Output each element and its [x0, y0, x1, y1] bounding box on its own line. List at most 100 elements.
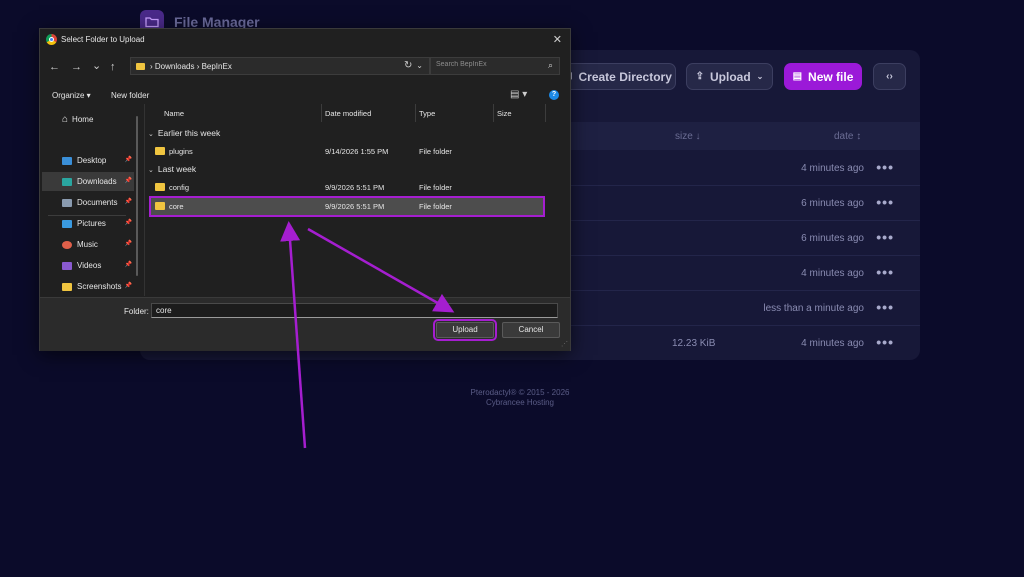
dialog-cancel-button[interactable]: Cancel — [502, 322, 560, 338]
code-view-button[interactable]: ‹› — [873, 63, 906, 90]
more-options-icon[interactable]: ••• — [876, 229, 894, 245]
footer: Pterodactyl® © 2015 - 2026 Cybrancee Hos… — [420, 388, 620, 408]
sidebar-item-desktop[interactable]: Desktop 📌 — [42, 151, 134, 170]
home-icon: ⌂ — [62, 114, 69, 125]
pin-icon: 📌 — [124, 283, 132, 289]
sidebar-item-documents[interactable]: Documents 📌 — [42, 193, 134, 212]
column-divider[interactable] — [493, 104, 494, 122]
date-column-header[interactable]: Date modified — [325, 109, 371, 118]
new-file-button[interactable]: ▤ New file — [784, 63, 862, 90]
date-column-header[interactable]: date ↕ — [834, 131, 861, 142]
search-input[interactable] — [436, 61, 536, 68]
create-directory-button[interactable]: ⊞ Create Directory — [560, 63, 676, 90]
code-icon: ‹› — [886, 71, 893, 82]
size-column-header[interactable]: size ↓ — [675, 131, 701, 142]
column-divider[interactable] — [545, 104, 546, 122]
chevron-down-icon: ⌄ — [148, 131, 154, 138]
upload-button[interactable]: ⇪ Upload ⌄ — [686, 63, 773, 90]
sidebar-item-pictures[interactable]: Pictures 📌 — [42, 214, 134, 233]
group-header[interactable]: ⌄ Last week — [148, 164, 196, 174]
close-icon[interactable]: ✕ — [553, 33, 562, 46]
create-directory-label: Create Directory — [578, 69, 672, 84]
dialog-title: Select Folder to Upload — [61, 35, 145, 44]
refresh-icon[interactable]: ↻ — [404, 60, 412, 71]
chevron-down-icon: ⌄ — [756, 72, 764, 81]
sidebar-item-videos[interactable]: Videos 📌 — [42, 256, 134, 275]
group-header[interactable]: ⌄ Earlier this week — [148, 128, 220, 138]
file-date: 9/9/2026 5:51 PM — [325, 202, 385, 211]
view-options-icon[interactable]: ▤ ▾ — [510, 89, 527, 100]
size-column-header[interactable]: Size — [497, 109, 512, 118]
column-divider[interactable] — [321, 104, 322, 122]
row-date: 6 minutes ago — [801, 233, 864, 244]
pin-icon: 📌 — [124, 178, 132, 184]
resize-grip-icon[interactable]: ⋰ — [561, 340, 568, 348]
chrome-icon — [46, 34, 57, 45]
file-name: plugins — [169, 147, 193, 156]
video-icon — [62, 261, 72, 270]
group-label: Earlier this week — [157, 128, 221, 138]
file-row-config[interactable]: config 9/9/2026 5:51 PM File folder — [151, 179, 543, 196]
file-date: 9/14/2026 1:55 PM — [325, 147, 389, 156]
sidebar-item-label: Home — [72, 115, 94, 124]
row-size: 12.23 KiB — [672, 338, 716, 349]
pin-icon: 📌 — [124, 199, 132, 205]
picture-icon — [62, 219, 72, 228]
chevron-down-icon[interactable]: ⌄ — [416, 61, 423, 70]
sidebar-item-label: Downloads — [77, 177, 117, 186]
row-date: 4 minutes ago — [801, 163, 864, 174]
more-options-icon[interactable]: ••• — [876, 299, 894, 315]
sidebar-item-label: Videos — [77, 261, 102, 270]
sidebar-item-music[interactable]: Music 📌 — [42, 235, 134, 254]
sidebar-item-screenshots[interactable]: Screenshots 📌 — [42, 277, 134, 296]
help-icon[interactable]: ? — [549, 90, 559, 100]
file-type: File folder — [419, 147, 452, 156]
upload-icon: ⇪ — [695, 71, 704, 82]
row-date: 4 minutes ago — [801, 338, 864, 349]
sidebar-item-home[interactable]: ⌂ Home — [42, 110, 134, 129]
address-bar[interactable]: › Downloads › BepInEx ⌄ — [130, 57, 430, 75]
pin-icon: 📌 — [124, 241, 132, 247]
download-icon — [62, 177, 72, 186]
up-arrow-icon[interactable]: ↑ — [110, 61, 116, 73]
pin-icon: 📌 — [124, 157, 132, 163]
dialog-upload-button[interactable]: Upload — [433, 319, 497, 341]
file-date: 9/9/2026 5:51 PM — [325, 183, 385, 192]
navigation-pane: ⌂ Home Desktop 📌 Downloads 📌 Documents 📌… — [40, 104, 143, 294]
scrollbar[interactable] — [136, 116, 138, 276]
forward-arrow-icon[interactable]: → — [71, 61, 82, 73]
upload-label: Upload — [710, 69, 751, 84]
file-type: File folder — [419, 202, 452, 211]
column-divider[interactable] — [415, 104, 416, 122]
name-column-header[interactable]: Name — [164, 109, 184, 118]
pin-icon: 📌 — [124, 220, 132, 226]
more-options-icon[interactable]: ••• — [876, 159, 894, 175]
search-box[interactable]: ⌕ — [430, 57, 560, 75]
sidebar-item-downloads[interactable]: Downloads 📌 — [42, 172, 134, 191]
sidebar-item-label: Screenshots — [77, 282, 122, 291]
file-row-plugins[interactable]: plugins 9/14/2026 1:55 PM File folder — [151, 143, 543, 160]
more-options-icon[interactable]: ••• — [876, 334, 894, 350]
folder-label: Folder: — [124, 307, 149, 316]
more-options-icon[interactable]: ••• — [876, 264, 894, 280]
file-row-core[interactable]: core 9/9/2026 5:51 PM File folder — [149, 196, 545, 217]
sidebar-item-label: Music — [77, 240, 98, 249]
folder-field[interactable] — [151, 303, 558, 318]
new-folder-button[interactable]: New folder — [111, 91, 149, 100]
organize-menu[interactable]: Organize ▾ — [52, 91, 91, 100]
breadcrumb[interactable]: › Downloads › BepInEx — [150, 62, 232, 71]
pane-divider[interactable] — [144, 104, 145, 296]
more-options-icon[interactable]: ••• — [876, 194, 894, 210]
recent-locations-icon[interactable]: ⌄ — [92, 59, 101, 72]
type-column-header[interactable]: Type — [419, 109, 435, 118]
row-date: 4 minutes ago — [801, 268, 864, 279]
folder-icon — [155, 202, 165, 210]
file-name: core — [169, 202, 184, 211]
new-file-label: New file — [808, 69, 854, 84]
group-label: Last week — [157, 164, 197, 174]
folder-icon — [155, 183, 165, 191]
back-arrow-icon[interactable]: ← — [49, 61, 60, 73]
document-icon — [62, 198, 72, 207]
dialog-titlebar[interactable]: Select Folder to Upload ✕ — [40, 29, 570, 51]
row-date: 6 minutes ago — [801, 198, 864, 209]
